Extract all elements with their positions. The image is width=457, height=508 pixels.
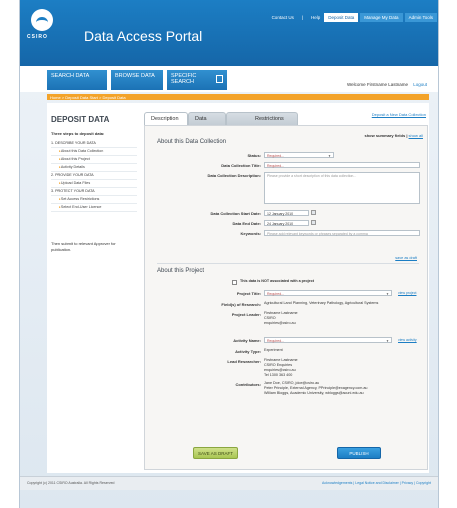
nav-separator: |: [301, 15, 303, 20]
project-title-select[interactable]: Required... ▼: [264, 290, 392, 296]
tab-data[interactable]: Data: [188, 112, 226, 125]
sidebar: DEPOSIT DATA Three steps to deposit data…: [47, 103, 142, 473]
calendar-icon[interactable]: [311, 210, 316, 215]
sidebar-subtitle: Three steps to deposit data:: [51, 131, 105, 136]
logo-text: CSIRO: [27, 34, 48, 40]
end-date-label: Data End Date:: [232, 221, 261, 226]
main-panel: Description Data Restrictions Deposit a …: [144, 112, 428, 470]
search-panel-icon: [215, 75, 223, 83]
view-project-link[interactable]: view project: [398, 291, 416, 295]
summary-fields-toggle: show summary fields | show all: [364, 133, 423, 138]
sidebar-item-activity-details[interactable]: Activity Details: [51, 164, 137, 172]
activity-name-label: Activity Name:: [233, 338, 261, 343]
collection-title-label: Data Collection Title:: [221, 163, 261, 168]
specific-search-label: SPECIFIC SEARCH: [171, 73, 197, 85]
activity-type-label: Activity Type:: [235, 349, 261, 354]
activity-name-value: Required...: [267, 338, 285, 343]
keywords-input[interactable]: Please add relevant keywords or phrases …: [264, 230, 420, 236]
csiro-logo-icon[interactable]: [31, 9, 53, 31]
specific-search-button[interactable]: SPECIFIC SEARCH: [167, 70, 227, 90]
portal-title: Data Access Portal: [84, 28, 203, 44]
sidebar-step-describe[interactable]: 1. DESCRIBE YOUR DATA: [51, 140, 137, 148]
start-date-label: Data Collection Start Date:: [210, 211, 261, 216]
nav-admin-tools[interactable]: Admin Tools: [404, 13, 437, 22]
field-of-research-value: Agricultural Land Planning, Veterinary P…: [264, 301, 379, 305]
tab-description[interactable]: Description: [144, 112, 188, 125]
collection-title-input[interactable]: Required...: [264, 162, 420, 168]
activity-type-value: Experiment: [264, 348, 283, 352]
collection-description-textarea[interactable]: Please provide a short description of th…: [264, 172, 420, 204]
sidebar-item-upload-files[interactable]: Upload Data Files: [51, 180, 137, 188]
search-data-button[interactable]: SEARCH DATA: [47, 70, 107, 90]
project-section-title: About this Project: [157, 268, 205, 274]
not-associated-checkbox[interactable]: [232, 280, 237, 285]
status-value: Required...: [267, 153, 285, 158]
end-date-input[interactable]: 24 January 2010: [264, 220, 309, 226]
top-nav: Contact Us | Help Deposit Data Manage My…: [268, 13, 437, 22]
sidebar-footer-text: Then submit to relevant Approver for pub…: [51, 241, 116, 252]
project-title-value: Required...: [267, 291, 285, 296]
sidebar-steps: 1. DESCRIBE YOUR DATA About this Data Co…: [51, 140, 137, 212]
welcome-text: Welcome Firstname Lastname: [347, 82, 408, 87]
nav-help[interactable]: Help: [307, 13, 324, 22]
nav-contact-us[interactable]: Contact Us: [268, 13, 298, 22]
breadcrumb[interactable]: Home > Deposit Data Start > Deposit Data: [47, 94, 429, 100]
contributors-label: Contributors:: [235, 382, 261, 387]
tab-restrictions[interactable]: Restrictions: [226, 112, 298, 125]
sidebar-item-end-user-licence[interactable]: Select End-User Licence: [51, 204, 137, 212]
status-label: Status:: [247, 153, 261, 158]
browse-data-button[interactable]: BROWSE DATA: [111, 70, 163, 90]
collection-description-label: Data Collection Description:: [207, 173, 261, 178]
nav-deposit-data[interactable]: Deposit Data: [324, 13, 359, 22]
footer-links[interactable]: Acknowledgements | Legal Notice and Disc…: [322, 481, 431, 485]
project-title-label: Project Title:: [236, 291, 261, 296]
collection-section-title: About this Data Collection: [157, 139, 227, 145]
nav-manage-my-data[interactable]: Manage My Data: [360, 13, 403, 22]
chevron-down-icon: ▼: [386, 339, 389, 343]
deposit-form: show summary fields | show all About thi…: [144, 125, 428, 470]
sidebar-item-about-collection[interactable]: About this Data Collection: [51, 148, 137, 156]
section-divider: [157, 263, 419, 264]
welcome-message: Welcome Firstname Lastname Logout: [347, 82, 427, 87]
header-bar: [20, 0, 438, 66]
chevron-down-icon: ▼: [328, 154, 331, 158]
lead-researcher-phone: Tel 1300 363 400: [264, 373, 293, 377]
project-leader-label: Project Leader:: [231, 312, 261, 317]
contributor-3: William Bloggs, Academic University, wbl…: [264, 391, 364, 395]
project-leader-email: enquiries@csiro.au: [264, 321, 296, 325]
show-all-link[interactable]: show all: [409, 133, 423, 138]
save-draft-link[interactable]: save as draft: [395, 256, 417, 260]
summary-label: show summary fields: [364, 133, 406, 138]
chevron-down-icon: ▼: [386, 292, 389, 296]
activity-name-select[interactable]: Required... ▼: [264, 337, 392, 343]
copyright-text: Copyright (c) 2011 CSIRO Australia. All …: [27, 481, 115, 485]
calendar-icon[interactable]: [311, 220, 316, 225]
view-activity-link[interactable]: view activity: [398, 338, 417, 342]
sidebar-title: DEPOSIT DATA: [51, 115, 110, 124]
start-date-input[interactable]: 12 January 2010: [264, 210, 309, 216]
sidebar-item-about-project[interactable]: About this Project: [51, 156, 137, 164]
new-collection-link[interactable]: Deposit a New Data Collection: [372, 112, 426, 117]
status-select[interactable]: Required... ▼: [264, 152, 334, 158]
lead-researcher-label: Lead Researcher:: [227, 359, 261, 364]
publish-button[interactable]: PUBLISH: [337, 447, 381, 459]
sidebar-step-protect[interactable]: 3. PROTECT YOUR DATA: [51, 188, 137, 196]
keywords-label: Keywords:: [240, 231, 261, 236]
sidebar-step-provide[interactable]: 2. PROVIDE YOUR DATA: [51, 172, 137, 180]
logout-link[interactable]: Logout: [413, 82, 427, 87]
main-nav: SEARCH DATA BROWSE DATA SPECIFIC SEARCH: [47, 70, 227, 90]
sidebar-item-access-restrictions[interactable]: Set Access Restrictions: [51, 196, 137, 204]
save-as-draft-button[interactable]: SAVE AS DRAFT: [193, 447, 238, 459]
not-associated-label: This data is NOT associated with a proje…: [240, 279, 314, 283]
field-of-research-label: Field(s) of Research:: [221, 302, 261, 307]
